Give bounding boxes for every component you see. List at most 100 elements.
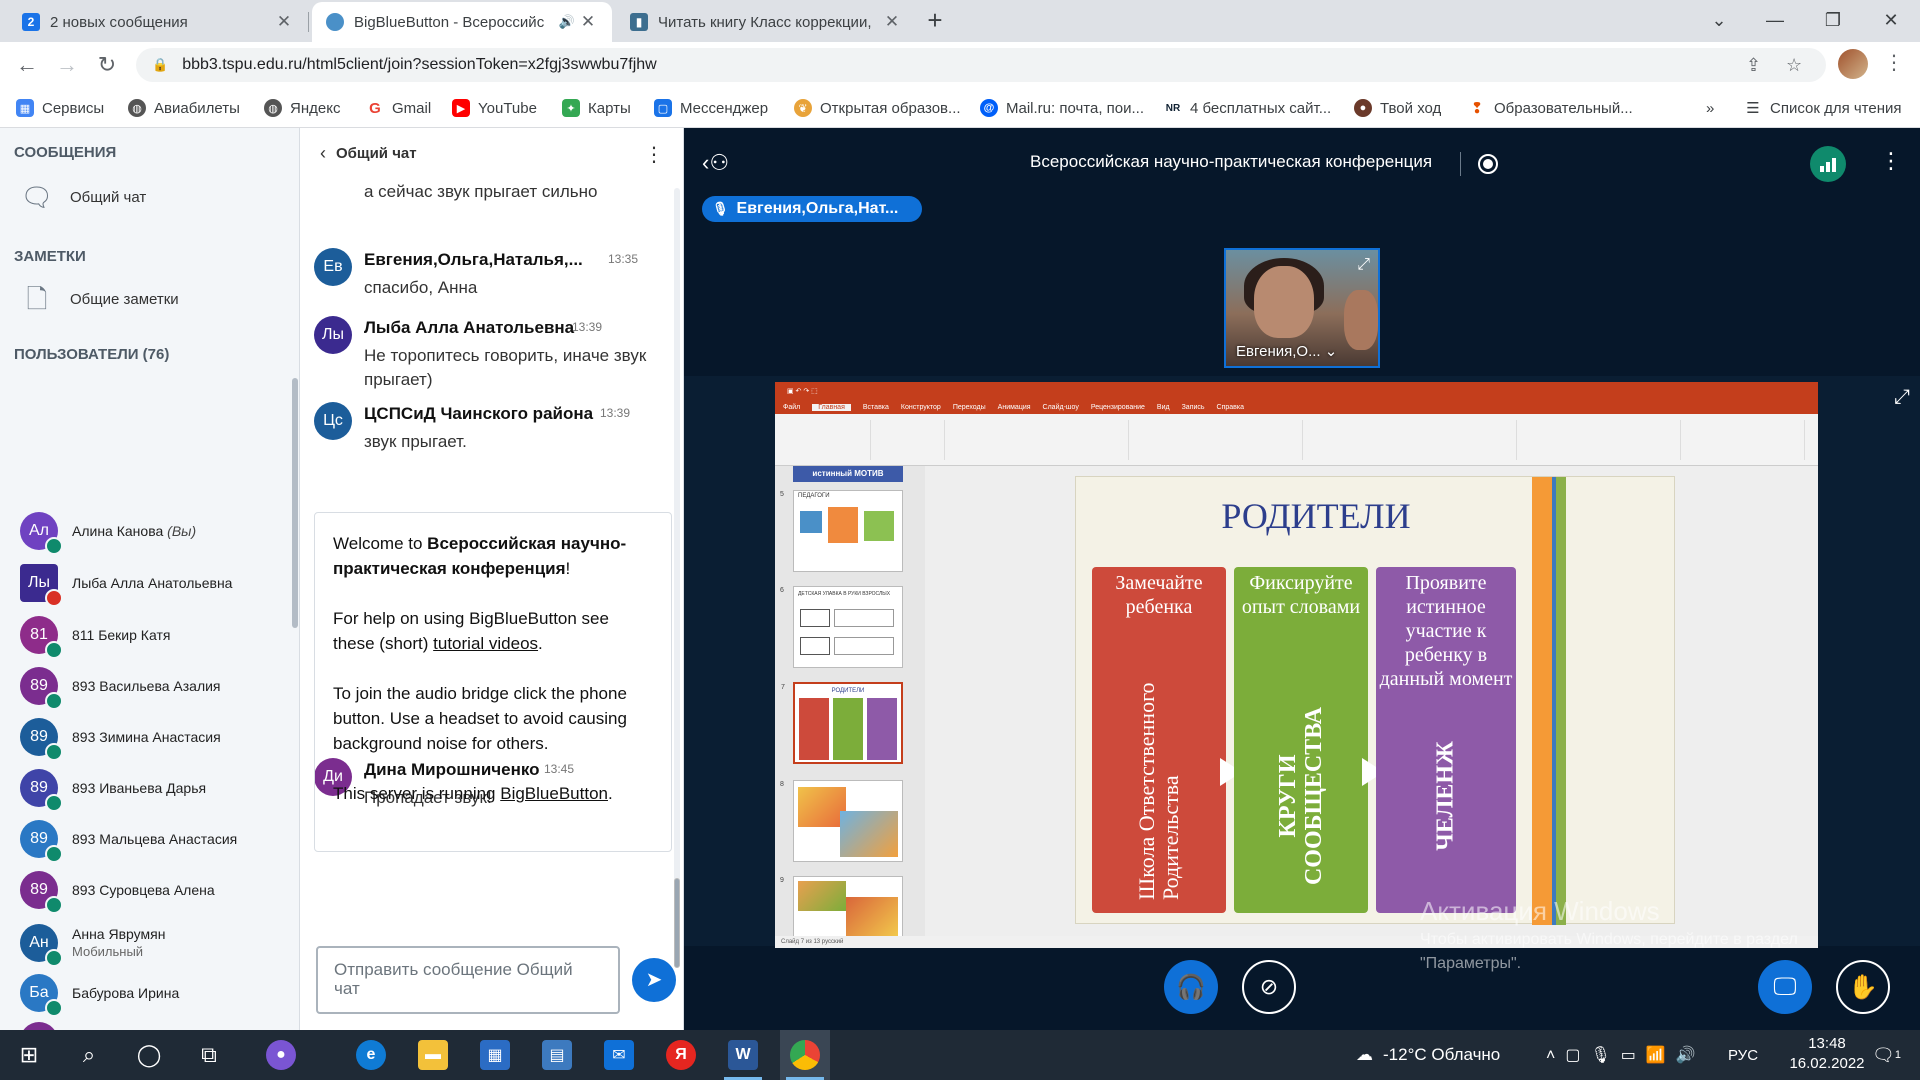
reading-list[interactable]: ☰ Список для чтения	[1744, 88, 1901, 128]
taskbar-edge[interactable]: e	[346, 1030, 396, 1080]
bookmark-your-move[interactable]: ● Твой ход	[1354, 88, 1441, 128]
bookmark-avia[interactable]: ◍ Авиабилеты	[128, 88, 240, 128]
apps-icon: ▦	[16, 99, 34, 117]
user-list-item[interactable]: 81 811 Бекир Катя	[20, 610, 290, 660]
user-name: Анна Яврумян Мобильный	[72, 926, 166, 959]
at-icon: @	[980, 99, 998, 117]
bookmarks-more[interactable]: »	[1706, 88, 1714, 128]
language-indicator[interactable]: РУС	[1728, 1030, 1758, 1080]
reload-button[interactable]: ↻	[92, 50, 122, 80]
user-list-item[interactable]: Ба Бабурова Ирина	[20, 968, 290, 1018]
windows-taskbar: ⊞ ⌕ ◯ ⧉ ● e ▬ ▦ ▤ ✉ Я W ☁ -12°C Облачно ˄…	[0, 1030, 1920, 1080]
profile-avatar[interactable]	[1838, 49, 1868, 79]
public-chat-item[interactable]: 🗨 Общий чат	[20, 180, 146, 214]
system-tray-icons[interactable]: ˄▢🎙▭📶🔊	[1546, 1030, 1706, 1080]
share-camera-button[interactable]: ⊘	[1242, 960, 1296, 1014]
browser-menu-icon[interactable]: ⋮	[1884, 50, 1904, 75]
user-list-item[interactable]: 89 893 Иваньева Дарья	[20, 763, 290, 813]
task-view-button[interactable]: ⧉	[184, 1030, 234, 1080]
chat-title[interactable]: Общий чат	[336, 145, 417, 162]
taskbar-app-purple[interactable]: ●	[256, 1030, 306, 1080]
bookmark-educational[interactable]: ❢ Образовательный...	[1468, 88, 1633, 128]
notification-center-icon[interactable]: 🗨 1	[1872, 1030, 1901, 1080]
shared-notes-item[interactable]: 🗋 Общие заметки	[20, 282, 179, 316]
user-list-item[interactable]: 89 893 Мальцева Анастасия	[20, 814, 290, 864]
user-list-item[interactable]: 89 893 Васильева Азалия	[20, 661, 290, 711]
user-list-item[interactable]: 89 893 Зимина Анастасия	[20, 712, 290, 762]
taskbar-store[interactable]: ▦	[470, 1030, 520, 1080]
bookmark-youtube[interactable]: ▶ YouTube	[452, 88, 537, 128]
chrome-icon	[790, 1040, 820, 1070]
user-name: Лыба Алла Анатольевна	[72, 575, 233, 591]
recording-indicator-icon[interactable]	[1478, 154, 1498, 174]
meeting-main: ‹⚇ Всероссийская научно-практическая кон…	[684, 128, 1920, 1030]
taskbar-word[interactable]: W	[718, 1030, 768, 1080]
address-bar[interactable]: 🔒 bbb3.tspu.edu.ru/html5client/join?sess…	[136, 48, 1826, 82]
back-button[interactable]: ←	[12, 50, 42, 80]
toggle-userlist-icon[interactable]: ‹⚇	[702, 150, 729, 176]
video-user-name[interactable]: Евгения,О... ⌄	[1236, 342, 1337, 360]
user-list-item[interactable]: Лы Лыба Алла Анатольевна	[20, 558, 290, 608]
new-tab-button[interactable]: +	[920, 6, 950, 36]
user-list-item[interactable]: Беларева Елизавета 885	[20, 1016, 290, 1030]
close-icon[interactable]: ✕	[578, 12, 598, 32]
close-icon[interactable]: ✕	[274, 12, 294, 32]
bookmark-maps[interactable]: ✦ Карты	[562, 88, 631, 128]
star-icon[interactable]: ☆	[1786, 48, 1802, 82]
share-icon[interactable]: ⇪	[1746, 48, 1761, 82]
fullscreen-icon[interactable]: ⤢	[1357, 256, 1370, 274]
cortana-button[interactable]: ◯	[124, 1030, 174, 1080]
chat-scrollbar[interactable]	[674, 188, 680, 968]
bookmark-services[interactable]: ▦ Сервисы	[16, 88, 104, 128]
leave-audio-button[interactable]: 🎧	[1164, 960, 1218, 1014]
user-list-item[interactable]: Ан Анна Яврумян Мобильный	[20, 918, 290, 968]
forward-button[interactable]: →	[52, 50, 82, 80]
clock[interactable]: 13:48 16.02.2022	[1784, 1034, 1870, 1074]
taskbar-yandex[interactable]: Я	[656, 1030, 706, 1080]
minimize-button[interactable]: —	[1746, 0, 1804, 40]
slide-thumbnail-5[interactable]: 5 ПЕДАГОГИ	[780, 490, 903, 572]
raise-hand-button[interactable]: ✋	[1836, 960, 1890, 1014]
send-message-button[interactable]: ➤	[632, 958, 676, 1002]
bookmark-yandex[interactable]: ◍ Яндекс	[264, 88, 340, 128]
user-list-item[interactable]: Ал Алина Канова (Вы)	[20, 506, 290, 556]
bookmark-mailru[interactable]: @ Mail.ru: почта, пои...	[980, 88, 1144, 128]
slide-thumbnail-6[interactable]: 6 ДЕТСКАЯ УЛАВКА В РУКИ ВЗРОСЛЫХ	[780, 586, 903, 668]
webcam-video-tile[interactable]: ⤢ Евгения,О... ⌄	[1224, 248, 1380, 368]
tab-search-icon[interactable]: ⌄	[1690, 0, 1748, 40]
chat-options-icon[interactable]: ⋮	[644, 142, 664, 167]
restore-button[interactable]: ❐	[1804, 0, 1862, 40]
bookmark-gmail[interactable]: G Gmail	[366, 88, 431, 128]
user-list-scrollbar[interactable]	[292, 378, 298, 628]
share-screen-button[interactable]: 🖵	[1758, 960, 1812, 1014]
user-list-item[interactable]: 89 893 Суровцева Алена	[20, 865, 290, 915]
talking-indicator[interactable]: 🎙 Евгения,Ольга,Нат...	[702, 196, 922, 222]
bookmark-messenger[interactable]: ▢ Мессенджер	[654, 88, 768, 128]
close-icon[interactable]: ✕	[882, 12, 902, 32]
lock-icon[interactable]: 🔒	[152, 57, 168, 73]
connection-status-icon[interactable]	[1810, 146, 1846, 182]
taskbar-explorer[interactable]: ▬	[408, 1030, 458, 1080]
tab-bigbluebutton[interactable]: BigBlueButton - Всероссийс 🔊 ✕	[312, 2, 612, 42]
weather-widget[interactable]: ☁ -12°C Облачно	[1356, 1030, 1500, 1080]
start-button[interactable]: ⊞	[4, 1030, 54, 1080]
messenger-icon: ▢	[654, 99, 672, 117]
search-button[interactable]: ⌕	[64, 1030, 114, 1080]
close-window-button[interactable]: ✕	[1862, 0, 1920, 40]
presentation-fullscreen-icon[interactable]: ⤢	[1894, 386, 1910, 409]
slide-thumbnail-8[interactable]: 8	[780, 780, 903, 862]
slide-thumbnail-7[interactable]: 7 РОДИТЕЛИ	[781, 682, 903, 764]
options-menu-icon[interactable]: ⋮	[1880, 148, 1902, 174]
taskbar-app[interactable]: ▤	[532, 1030, 582, 1080]
taskbar-chrome[interactable]	[780, 1030, 830, 1080]
tab-messages[interactable]: 2 2 новых сообщения ✕	[8, 2, 309, 42]
speaker-icon[interactable]: 🔊	[556, 14, 578, 30]
bookmark-open-edu[interactable]: ❦ Открытая образов...	[794, 88, 961, 128]
bigbluebutton-link[interactable]: BigBlueButton	[500, 784, 608, 803]
tutorial-videos-link[interactable]: tutorial videos	[433, 634, 538, 653]
taskbar-mail[interactable]: ✉	[594, 1030, 644, 1080]
chat-message-input[interactable]: Отправить сообщение Общий чат	[316, 946, 620, 1014]
chevron-left-icon[interactable]: ‹	[320, 143, 326, 164]
bookmark-free-sites[interactable]: NR 4 бесплатных сайт...	[1164, 88, 1331, 128]
tab-book[interactable]: ▮ Читать книгу Класс коррекции, ✕	[616, 2, 916, 42]
